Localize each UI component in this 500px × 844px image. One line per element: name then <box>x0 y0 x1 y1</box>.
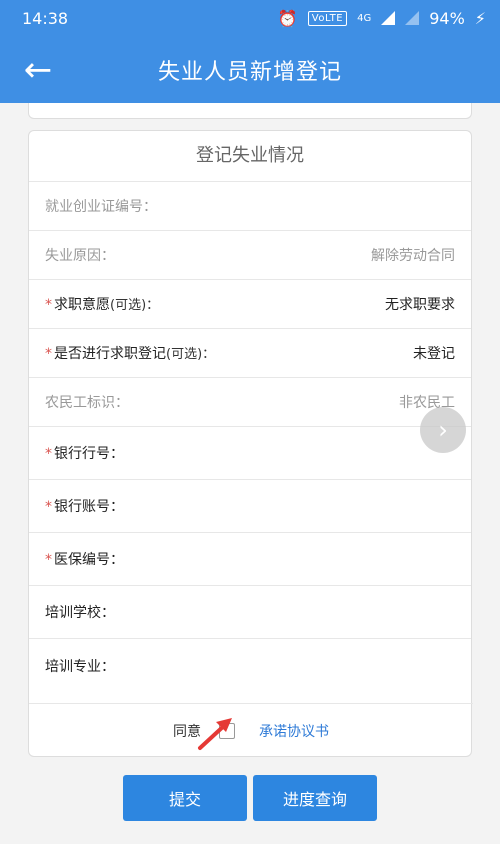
field-training-major[interactable]: 培训专业： <box>29 639 471 692</box>
field-employment-cert-no[interactable]: 就业创业证编号： <box>29 182 471 231</box>
field-bank-account[interactable]: * 银行账号： <box>29 480 471 533</box>
field-training-school[interactable]: 培训学校： <box>29 586 471 639</box>
field-label: * 银行账号： <box>45 499 124 515</box>
top-bar: 14:38 ⏰ VoLTE 4G 94% ⚡ ← 失业人员新增登记 <box>0 0 500 103</box>
field-label: * 求职意愿(可选)： <box>45 297 160 313</box>
field-job-intention[interactable]: * 求职意愿(可选)： 无求职要求 <box>29 280 471 329</box>
agreement-row: 同意 承诺协议书 <box>29 703 473 758</box>
field-bank-code[interactable]: * 银行行号： <box>29 427 471 480</box>
previous-card-edge <box>28 103 472 119</box>
card-title: 登记失业情况 <box>29 131 471 182</box>
back-arrow-icon[interactable]: ← <box>18 50 58 90</box>
volte-badge: VoLTE <box>307 10 348 26</box>
field-label: 培训学校： <box>45 605 115 621</box>
registration-card: 登记失业情况 就业创业证编号： 失业原因： 解除劳动合同 * 求职意愿(可选)： … <box>28 130 473 758</box>
field-label: * 银行行号： <box>45 446 124 462</box>
field-medical-insurance-no[interactable]: * 医保编号： <box>29 533 471 586</box>
chevron-right-icon[interactable]: › <box>420 407 466 453</box>
status-icons: ⏰ VoLTE 4G 94% ⚡ <box>278 9 486 28</box>
field-migrant-worker-flag[interactable]: 农民工标识： 非农民工 <box>29 378 471 427</box>
field-label: 失业原因： <box>45 248 115 264</box>
field-label: 就业创业证编号： <box>45 199 157 215</box>
charging-icon: ⚡ <box>474 8 486 28</box>
field-label: 农民工标识： <box>45 395 129 411</box>
field-label: 培训专业： <box>45 658 115 675</box>
agreement-link[interactable]: 承诺协议书 <box>259 721 329 741</box>
field-value: 未登记 <box>413 346 455 362</box>
page-title: 失业人员新增登记 <box>157 59 342 85</box>
app-bar: ← 失业人员新增登记 <box>0 36 500 103</box>
field-job-registration[interactable]: * 是否进行求职登记(可选)： 未登记 <box>29 329 471 378</box>
alarm-icon: ⏰ <box>277 8 298 28</box>
signal-icon <box>381 11 396 25</box>
field-value: 无求职要求 <box>385 297 455 313</box>
battery-percent: 94% <box>429 8 465 28</box>
red-arrow-icon <box>198 718 232 750</box>
required-marker: * <box>45 346 52 362</box>
field-unemployment-reason[interactable]: 失业原因： 解除劳动合同 <box>29 231 471 280</box>
status-time: 14:38 <box>22 8 69 28</box>
wifi-icon <box>405 11 420 25</box>
field-value: 解除劳动合同 <box>371 248 455 264</box>
progress-query-button[interactable]: 进度查询 <box>253 775 377 821</box>
required-marker: * <box>45 297 52 313</box>
field-label: * 医保编号： <box>45 552 124 568</box>
required-marker: * <box>45 552 52 568</box>
network-label: 4G <box>357 12 372 24</box>
status-bar: 14:38 ⏰ VoLTE 4G 94% ⚡ <box>0 0 500 36</box>
field-label: * 是否进行求职登记(可选)： <box>45 346 216 362</box>
submit-button[interactable]: 提交 <box>123 775 247 821</box>
required-marker: * <box>45 499 52 515</box>
action-buttons: 提交 进度查询 <box>0 775 500 821</box>
required-marker: * <box>45 446 52 462</box>
